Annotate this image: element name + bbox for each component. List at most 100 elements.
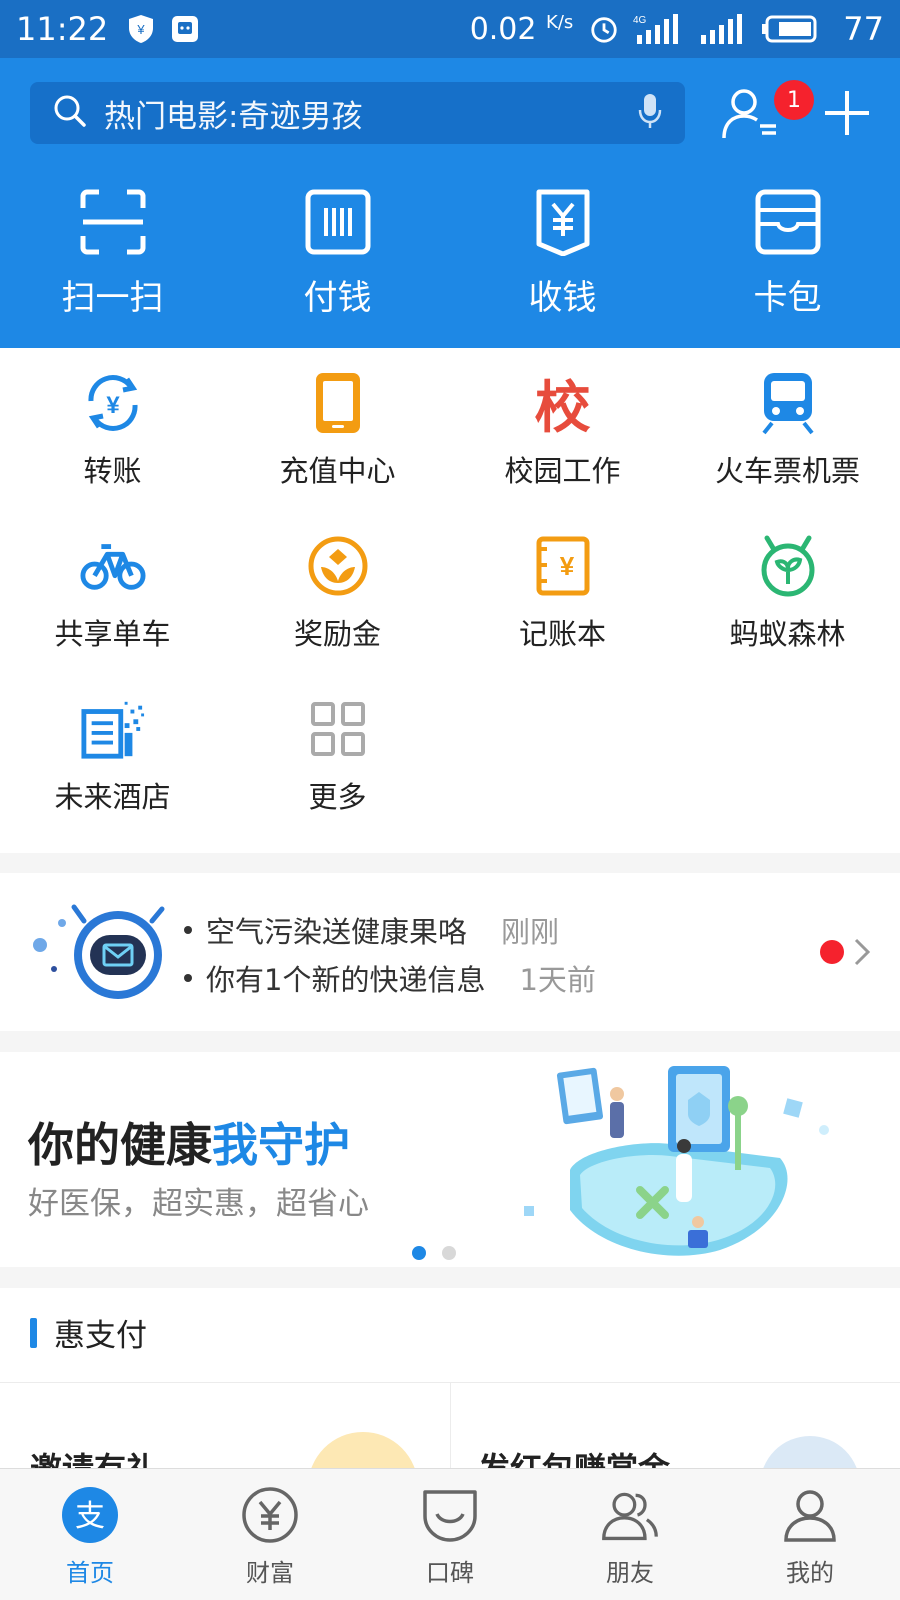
microphone-icon[interactable] xyxy=(637,92,663,134)
bottom-tab-bar: 支 首页 财富 口碑 朋友 我的 xyxy=(0,1468,900,1600)
tab-profile[interactable]: 我的 xyxy=(720,1469,900,1600)
message-notice[interactable]: 空气污染送健康果咯 刚刚 你有1个新的快递信息 1天前 xyxy=(0,873,900,1031)
promo-card-title[interactable]: 发红包赚赏金 xyxy=(478,1444,670,1468)
quick-action-receive[interactable]: 收钱 xyxy=(450,188,675,319)
app-label: 充值中心 xyxy=(279,454,396,488)
promo-card-image[interactable] xyxy=(308,1432,418,1468)
quick-action-label: 扫一扫 xyxy=(61,278,164,318)
search-bar[interactable]: 热门电影:奇迹男孩 xyxy=(30,82,685,144)
svg-text:4G: 4G xyxy=(633,15,647,26)
campus-glyph: 校 xyxy=(534,375,591,441)
battery-level: 77 xyxy=(843,10,884,48)
app-more[interactable]: 更多 xyxy=(225,696,450,837)
tab-home[interactable]: 支 首页 xyxy=(0,1469,180,1600)
contacts-icon[interactable] xyxy=(720,86,780,142)
divider xyxy=(450,1382,451,1468)
app-future-hotel[interactable]: 未来酒店 xyxy=(0,696,225,837)
battery-icon xyxy=(761,14,819,44)
banner-page-dot-active[interactable] xyxy=(412,1246,426,1260)
promo-card-image[interactable] xyxy=(760,1436,860,1468)
app-grid: ¥ 转账 充值中心 校 校园工作 火车票机票 共享单车 奖励金 ¥ 记账本 蚂蚁… xyxy=(0,348,900,853)
forest-icon xyxy=(755,533,821,599)
pay-code-icon xyxy=(305,189,370,255)
tab-label: 我的 xyxy=(786,1559,834,1587)
notice-time: 1天前 xyxy=(519,963,596,997)
tab-label: 首页 xyxy=(66,1559,114,1587)
app-ant-forest[interactable]: 蚂蚁森林 xyxy=(675,533,900,674)
tab-friends[interactable]: 朋友 xyxy=(540,1469,720,1600)
wealth-icon xyxy=(240,1485,300,1545)
shield-yuan-icon: ¥ xyxy=(126,14,156,44)
app-label: 奖励金 xyxy=(293,617,381,651)
banner-page-dot[interactable] xyxy=(442,1246,456,1260)
train-icon xyxy=(755,370,821,436)
app-recharge[interactable]: 充值中心 xyxy=(225,370,450,511)
section-title: 惠支付 xyxy=(54,1318,147,1354)
card-wallet-icon xyxy=(755,189,820,255)
search-icon xyxy=(52,93,88,133)
app-label: 更多 xyxy=(308,780,367,814)
transfer-icon: ¥ xyxy=(80,370,146,436)
profile-icon xyxy=(780,1485,840,1545)
app-reward[interactable]: 奖励金 xyxy=(225,533,450,674)
koubei-icon xyxy=(420,1485,480,1545)
quick-action-pay[interactable]: 付钱 xyxy=(225,188,450,319)
notice-text: 你有1个新的快递信息 xyxy=(206,963,486,997)
app-label: 校园工作 xyxy=(504,454,621,488)
robot-mail-icon xyxy=(28,901,168,1011)
friends-icon xyxy=(600,1485,660,1545)
receive-money-icon xyxy=(536,189,589,256)
status-time: 11:22 xyxy=(16,10,109,48)
app-train-ticket[interactable]: 火车票机票 xyxy=(675,370,900,511)
search-input[interactable]: 热门电影:奇迹男孩 xyxy=(104,91,637,136)
section-accent-bar xyxy=(30,1318,37,1348)
promo-card-title[interactable]: 邀请有礼 xyxy=(30,1444,158,1468)
alarm-icon xyxy=(589,14,619,44)
notice-item: 你有1个新的快递信息 1天前 xyxy=(184,957,596,999)
network-speed: 0.02 K/s xyxy=(469,11,574,47)
svg-text:¥: ¥ xyxy=(106,392,120,419)
app-label: 共享单车 xyxy=(54,617,171,651)
phone-recharge-icon xyxy=(305,370,371,436)
app-label: 未来酒店 xyxy=(54,780,171,814)
more-grid-icon xyxy=(305,696,371,762)
tab-koubei[interactable]: 口碑 xyxy=(360,1469,540,1600)
svg-text:¥: ¥ xyxy=(559,551,574,581)
signal-icon xyxy=(697,14,747,44)
app-ledger[interactable]: ¥ 记账本 xyxy=(450,533,675,674)
unread-dot xyxy=(820,940,844,964)
app-label: 火车票机票 xyxy=(714,454,860,488)
signal-4g-icon: 4G xyxy=(633,14,683,44)
scan-icon xyxy=(80,189,145,255)
bike-icon xyxy=(79,533,146,599)
tab-wealth[interactable]: 财富 xyxy=(180,1469,360,1600)
app-campus[interactable]: 校 校园工作 xyxy=(450,370,675,511)
quick-action-scan[interactable]: 扫一扫 xyxy=(0,188,225,319)
app-label: 转账 xyxy=(83,454,142,488)
health-insurance-illustration xyxy=(524,1066,829,1256)
banner-subtitle: 好医保，超实惠，超省心 xyxy=(28,1186,369,1222)
tab-label: 财富 xyxy=(246,1559,294,1587)
ledger-icon: ¥ xyxy=(530,533,596,599)
app-transfer[interactable]: ¥ 转账 xyxy=(0,370,225,511)
home-alipay-icon: 支 xyxy=(60,1485,120,1545)
campus-icon: 校 xyxy=(530,370,596,441)
quick-action-label: 收钱 xyxy=(528,278,597,318)
tab-label: 口碑 xyxy=(426,1559,474,1587)
notice-item: 空气污染送健康果咯 刚刚 xyxy=(184,909,559,951)
reward-icon xyxy=(305,533,371,599)
quick-action-label: 付钱 xyxy=(303,278,372,318)
add-icon[interactable] xyxy=(822,88,872,138)
quick-actions: 扫一扫 付钱 收钱 卡包 xyxy=(0,188,900,319)
quick-action-label: 卡包 xyxy=(753,278,822,318)
notification-badge: 1 xyxy=(774,80,814,120)
app-notification-icon xyxy=(170,14,200,44)
banner-title: 你的健康我守护 xyxy=(28,1118,350,1172)
promo-banner[interactable]: 你的健康我守护 好医保，超实惠，超省心 xyxy=(0,1052,900,1267)
status-bar: 11:22 ¥ 0.02 K/s 4G 77 xyxy=(0,0,900,58)
svg-text:¥: ¥ xyxy=(137,22,146,37)
app-bike[interactable]: 共享单车 xyxy=(0,533,225,674)
notice-text: 空气污染送健康果咯 xyxy=(206,915,468,949)
app-label: 蚂蚁森林 xyxy=(729,617,846,651)
quick-action-cards[interactable]: 卡包 xyxy=(675,188,900,319)
